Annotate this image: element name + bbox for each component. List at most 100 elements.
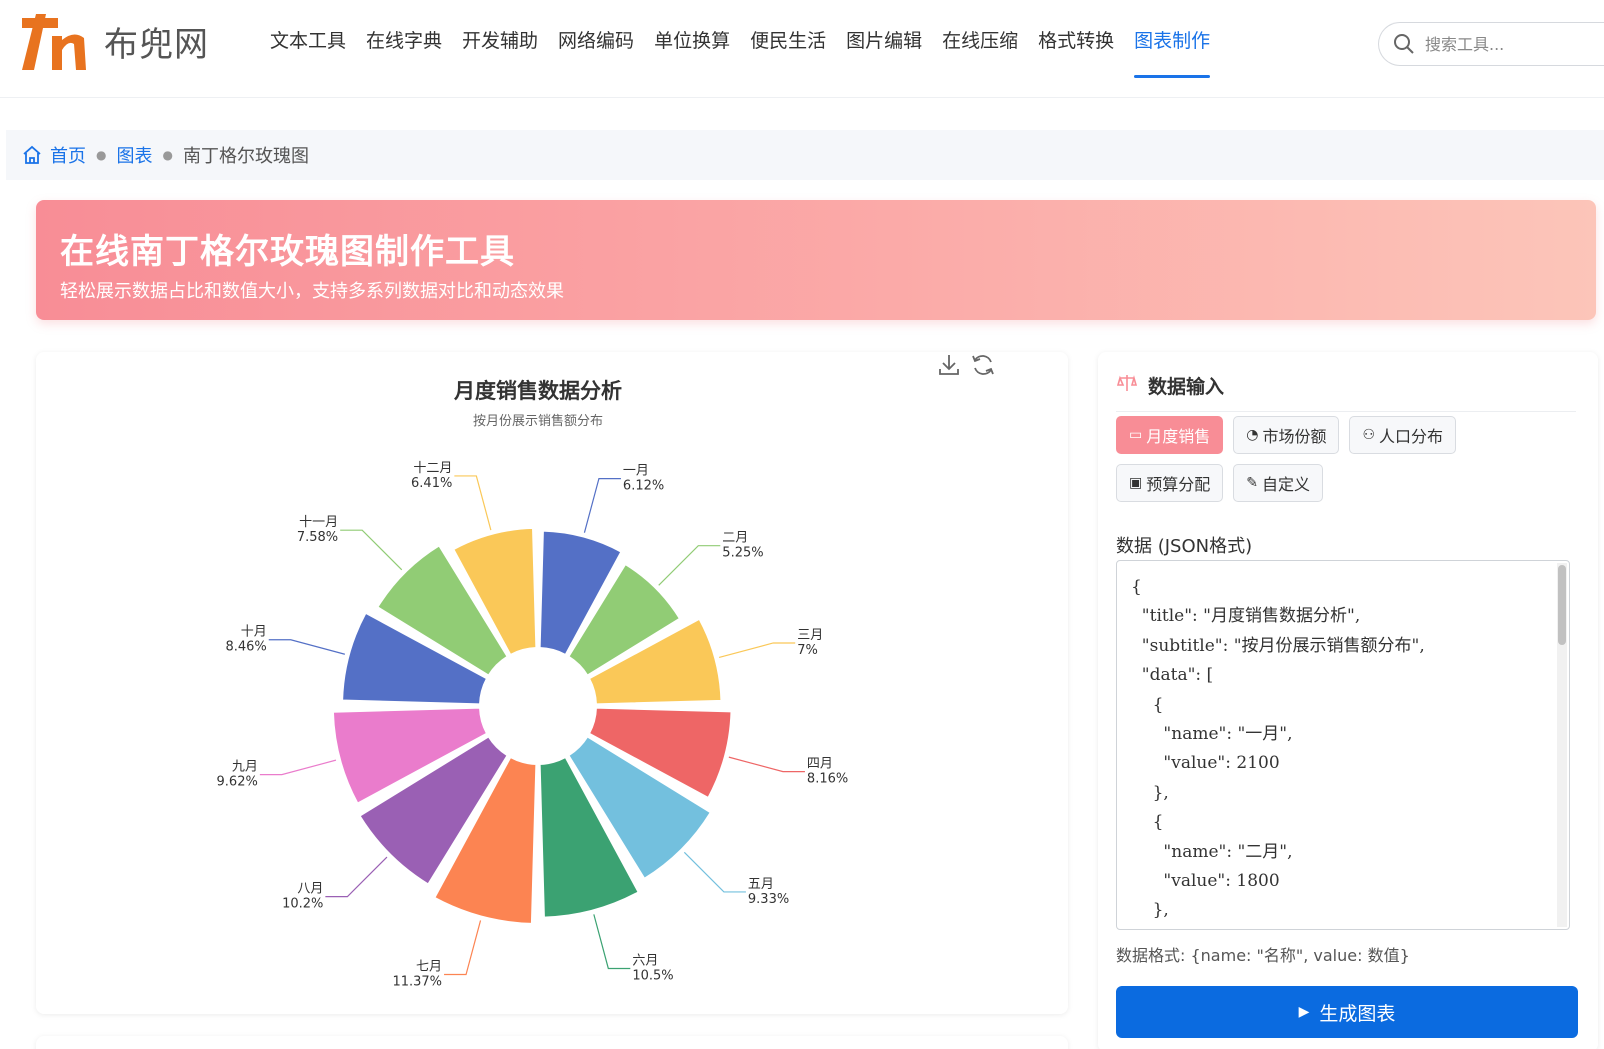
- slice-percent-label: 11.37%: [392, 975, 442, 990]
- panel-title: 数据输入: [1148, 376, 1225, 398]
- template-button[interactable]: ▣ 预算分配: [1116, 464, 1224, 502]
- slice-category-label: 四月: [807, 757, 833, 772]
- slice-percent-label: 6.12%: [623, 479, 664, 494]
- label-leader-line: [683, 851, 746, 893]
- slice-percent-label: 10.2%: [282, 897, 323, 912]
- slice-category-label: 十二月: [413, 461, 452, 476]
- page-title: 在线南丁格尔玫瑰图制作工具: [60, 232, 515, 272]
- label-leader-line: [259, 759, 337, 776]
- json-text[interactable]: { "title": "月度销售数据分析", "subtitle": "按月份展…: [1117, 561, 1569, 929]
- breadcrumb-separator: ●: [96, 148, 107, 162]
- template-button-label: 预算分配: [1146, 475, 1211, 494]
- slice-percent-label: 5.25%: [722, 546, 763, 561]
- page-subtitle: 轻松展示数据占比和数值大小，支持多系列数据对比和动态效果: [60, 281, 564, 302]
- main-nav: 文本工具 在线字典 开发辅助 网络编码 单位换算 便民生活 图片编辑 在线压缩 格式转换 图表制作: [260, 0, 1220, 98]
- slice-percent-label: 10.5%: [632, 968, 673, 983]
- label-leader-line: [444, 920, 482, 976]
- label-leader-line: [454, 475, 492, 531]
- nav-item[interactable]: 便民生活: [740, 0, 836, 78]
- chart-card: 月度销售数据分析 按月份展示销售额分布 一月 6.12% 二月 5.25% 三月 7% 四月 8.…: [36, 352, 1068, 1014]
- template-button[interactable]: ✎ 自定义: [1233, 464, 1323, 502]
- template-button-label: 月度销售: [1146, 427, 1211, 446]
- site-logo[interactable]: 布兜网: [16, 10, 209, 72]
- slice-category-label: 二月: [722, 531, 748, 546]
- slice-category-label: 八月: [297, 882, 323, 897]
- search-input[interactable]: [1425, 34, 1595, 54]
- slice-percent-label: 8.16%: [807, 772, 848, 787]
- users-icon: ⚇: [1362, 427, 1376, 443]
- nav-item[interactable]: 图表制作: [1124, 0, 1220, 78]
- nav-item[interactable]: 格式转换: [1028, 0, 1124, 78]
- play-icon: ▶: [1298, 1004, 1310, 1020]
- template-button[interactable]: ◔ 市场份额: [1233, 416, 1340, 454]
- label-leader-line: [658, 545, 721, 586]
- nav-item[interactable]: 在线字典: [356, 0, 452, 78]
- slice-category-label: 七月: [416, 960, 442, 975]
- slice-percent-label: 8.46%: [225, 640, 266, 655]
- slice-category-label: 六月: [632, 953, 658, 968]
- template-button-label: 人口分布: [1379, 427, 1444, 446]
- template-row: ▣ 预算分配 ✎ 自定义: [1116, 464, 1333, 502]
- data-field-label: 数据 (JSON格式): [1116, 536, 1253, 557]
- scale-icon: [1116, 375, 1138, 391]
- nav-item[interactable]: 网络编码: [548, 0, 644, 78]
- slice-category-label: 三月: [797, 628, 823, 643]
- label-leader-line: [325, 856, 388, 898]
- nav-item[interactable]: 开发辅助: [452, 0, 548, 78]
- json-textarea[interactable]: { "title": "月度销售数据分析", "subtitle": "按月份展…: [1116, 560, 1570, 930]
- site-header: 布兜网 文本工具 在线字典 开发辅助 网络编码 单位换算 便民生活 图片编辑 在线压缩 格式转换…: [0, 0, 1604, 98]
- nav-item[interactable]: 图片编辑: [836, 0, 932, 78]
- edit-icon: ✎: [1246, 475, 1258, 491]
- nav-item[interactable]: 单位换算: [644, 0, 740, 78]
- label-leader-line: [718, 642, 796, 659]
- label-leader-line: [583, 478, 621, 533]
- generate-chart-label: 生成图表: [1319, 1002, 1396, 1025]
- data-input-panel: 数据输入 ▭ 月度销售 ◔ 市场份额 ⚇ 人口分布 ▣ 预算分配 ✎ 自定义 数据 (JSON格…: [1098, 352, 1598, 1049]
- template-row: ▭ 月度销售 ◔ 市场份额 ⚇ 人口分布: [1116, 416, 1466, 454]
- money-icon: ▣: [1129, 475, 1143, 491]
- breadcrumb-category[interactable]: 图表: [116, 142, 152, 168]
- label-leader-line: [268, 639, 345, 655]
- slice-category-label: 十一月: [299, 515, 338, 530]
- slice-percent-label: 9.33%: [748, 892, 789, 907]
- label-leader-line: [593, 914, 631, 970]
- slice-percent-label: 6.41%: [411, 476, 452, 491]
- template-button[interactable]: ▭ 月度销售: [1116, 416, 1224, 454]
- calendar-icon: ▭: [1129, 427, 1143, 443]
- slice-category-label: 九月: [232, 760, 258, 775]
- page-banner: 在线南丁格尔玫瑰图制作工具 轻松展示数据占比和数值大小，支持多系列数据对比和动态…: [36, 200, 1596, 320]
- breadcrumb-current: 南丁格尔玫瑰图: [182, 146, 309, 167]
- breadcrumb: 首页 ● 图表 ● 南丁格尔玫瑰图: [6, 130, 1604, 180]
- rose-chart: 月度销售数据分析按月份展示销售额分布一月6.12%二月5.25%三月7%四月8.…: [217, 379, 849, 990]
- download-icon[interactable]: [936, 352, 962, 378]
- slice-category-label: 五月: [748, 877, 774, 892]
- breadcrumb-home[interactable]: 首页: [50, 142, 86, 168]
- chart-subtitle: 按月份展示销售额分布: [473, 413, 603, 429]
- label-leader-line: [728, 756, 805, 773]
- chart-title: 月度销售数据分析: [453, 379, 622, 403]
- slice-percent-label: 7.58%: [297, 530, 338, 545]
- slice-percent-label: 7%: [797, 643, 818, 658]
- logo-mark-icon: [22, 14, 86, 70]
- scrollbar-thumb[interactable]: [1558, 565, 1566, 645]
- label-leader-line: [340, 529, 403, 571]
- template-button-label: 市场份额: [1262, 427, 1327, 446]
- textarea-scrollbar[interactable]: [1557, 563, 1567, 927]
- format-hint: 数据格式: {name: "名称", value: 数值}: [1116, 946, 1410, 965]
- slice-category-label: 十月: [241, 625, 267, 640]
- search-box[interactable]: [1378, 22, 1604, 66]
- search-icon: [1394, 34, 1414, 54]
- pie-icon: ◔: [1246, 427, 1259, 443]
- template-button-label: 自定义: [1261, 475, 1310, 494]
- slice-category-label: 一月: [623, 464, 649, 479]
- nav-item[interactable]: 在线压缩: [932, 0, 1028, 78]
- secondary-card: [36, 1036, 1068, 1049]
- slice-percent-label: 9.62%: [217, 775, 258, 790]
- nav-item[interactable]: 文本工具: [260, 0, 356, 78]
- refresh-icon[interactable]: [970, 352, 996, 378]
- panel-header: 数据输入: [1116, 372, 1576, 412]
- home-icon[interactable]: [22, 145, 42, 165]
- generate-chart-button[interactable]: ▶ 生成图表: [1116, 986, 1578, 1038]
- breadcrumb-separator: ●: [162, 148, 173, 162]
- template-button[interactable]: ⚇ 人口分布: [1349, 416, 1457, 454]
